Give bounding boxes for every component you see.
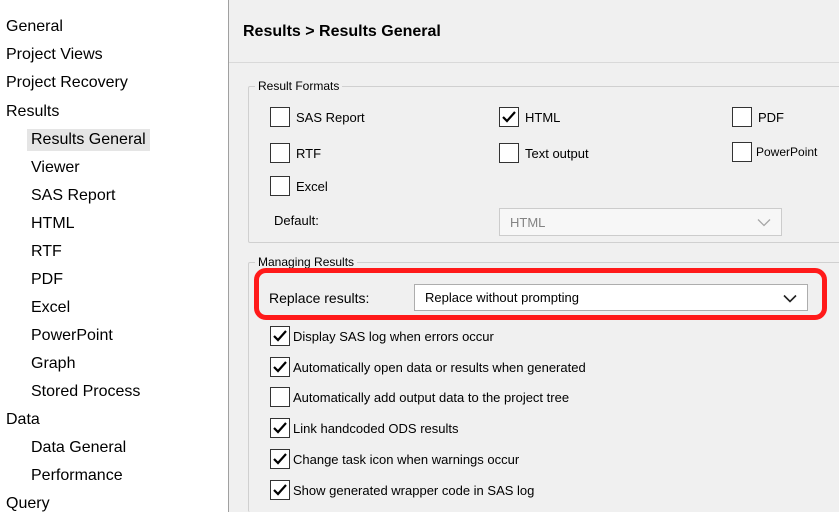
excel-checkbox[interactable]: Excel: [270, 176, 328, 196]
checkmark-icon: [270, 357, 290, 377]
checkmark-icon: [499, 107, 519, 127]
nav-item-data-general[interactable]: Data General: [31, 437, 126, 459]
nav-item-query[interactable]: Query: [6, 493, 50, 512]
nav-item-project-recovery[interactable]: Project Recovery: [6, 72, 128, 94]
link-handcoded-ods-label: Link handcoded ODS results: [293, 420, 459, 436]
rtf-checkbox-label: RTF: [296, 145, 322, 161]
excel-checkbox-label: Excel: [296, 178, 328, 194]
html-checkbox-label: HTML: [525, 109, 561, 125]
display-sas-log-checkbox[interactable]: Display SAS log when errors occur: [270, 326, 494, 346]
nav-item-html[interactable]: HTML: [31, 213, 75, 235]
checkmark-icon: [270, 326, 290, 346]
nav-item-stored-process[interactable]: Stored Process: [31, 381, 140, 403]
checkmark-icon: [270, 449, 290, 469]
auto-add-output-checkbox[interactable]: Automatically add output data to the pro…: [270, 387, 569, 407]
nav-item-viewer[interactable]: Viewer: [31, 157, 80, 179]
nav-item-graph[interactable]: Graph: [31, 353, 75, 375]
checkbox-box: [270, 176, 290, 196]
checkbox-box: [270, 107, 290, 127]
checkbox-box: [270, 143, 290, 163]
auto-open-results-checkbox[interactable]: Automatically open data or results when …: [270, 357, 586, 377]
options-nav-tree: General Project Views Project Recovery R…: [0, 0, 229, 512]
checkbox-box: [732, 142, 752, 162]
rtf-checkbox[interactable]: RTF: [270, 143, 321, 163]
nav-item-general[interactable]: General: [6, 16, 63, 38]
default-format-value: HTML: [510, 214, 546, 230]
show-wrapper-code-checkbox[interactable]: Show generated wrapper code in SAS log: [270, 480, 534, 500]
auto-add-output-label: Automatically add output data to the pro…: [293, 389, 570, 405]
nav-item-performance[interactable]: Performance: [31, 465, 123, 487]
nav-item-excel[interactable]: Excel: [31, 297, 70, 319]
display-sas-log-label: Display SAS log when errors occur: [293, 328, 494, 344]
nav-item-project-views[interactable]: Project Views: [6, 44, 103, 66]
powerpoint-checkbox-label: PowerPoint: [756, 145, 818, 159]
managing-results-legend: Managing Results: [258, 255, 355, 269]
sas-report-checkbox[interactable]: SAS Report: [270, 107, 365, 127]
pdf-checkbox-label: PDF: [758, 109, 784, 125]
html-checkbox[interactable]: HTML: [499, 107, 560, 127]
checkmark-icon: [270, 418, 290, 438]
auto-open-results-label: Automatically open data or results when …: [293, 359, 586, 375]
checkbox-box: [499, 143, 519, 163]
show-wrapper-code-label: Show generated wrapper code in SAS log: [293, 482, 535, 498]
result-formats-legend: Result Formats: [258, 79, 340, 93]
text-output-checkbox-label: Text output: [525, 145, 589, 161]
change-task-icon-checkbox[interactable]: Change task icon when warnings occur: [270, 449, 519, 469]
annotation-highlight-box: [254, 268, 827, 320]
pdf-checkbox[interactable]: PDF: [732, 107, 784, 127]
checkbox-box: [270, 387, 290, 407]
checkbox-box: [732, 107, 752, 127]
default-format-dropdown[interactable]: HTML: [499, 208, 782, 236]
nav-item-results[interactable]: Results: [6, 101, 59, 123]
sas-report-checkbox-label: SAS Report: [296, 109, 365, 125]
nav-item-results-general[interactable]: Results General: [27, 129, 150, 151]
nav-item-sas-report[interactable]: SAS Report: [31, 185, 115, 207]
nav-item-rtf[interactable]: RTF: [31, 241, 62, 263]
link-handcoded-ods-checkbox[interactable]: Link handcoded ODS results: [270, 418, 458, 438]
nav-item-powerpoint[interactable]: PowerPoint: [31, 325, 113, 347]
text-output-checkbox[interactable]: Text output: [499, 143, 589, 163]
nav-item-pdf[interactable]: PDF: [31, 269, 63, 291]
page-title: Results > Results General: [243, 23, 441, 40]
chevron-down-icon: [757, 215, 771, 230]
change-task-icon-label: Change task icon when warnings occur: [293, 451, 520, 467]
title-divider: [229, 62, 839, 63]
checkmark-icon: [270, 480, 290, 500]
powerpoint-checkbox[interactable]: PowerPoint: [732, 142, 817, 162]
nav-item-data[interactable]: Data: [6, 409, 40, 431]
default-format-label: Default:: [274, 213, 319, 228]
